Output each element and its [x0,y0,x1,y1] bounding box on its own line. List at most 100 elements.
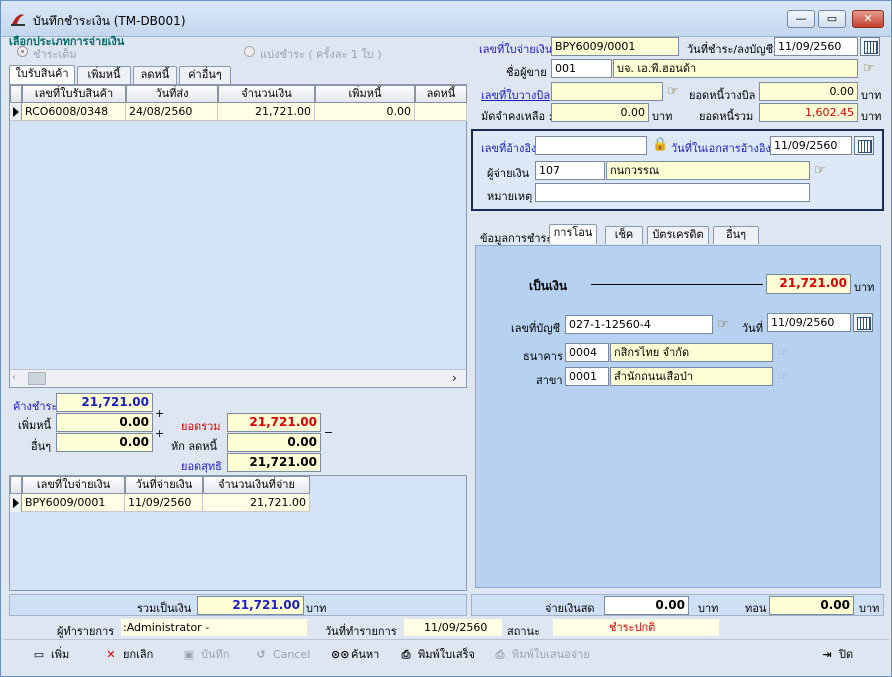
search-button[interactable]: ⊙⊙ ค้นหา [331,643,379,667]
transfer-date-field[interactable]: 11/09/2560 [767,313,851,332]
status-badge: ชำระปกติ [553,619,719,636]
note-label: หมายเหตุ [487,190,533,203]
close-window-button[interactable]: ✕ [852,10,884,28]
floppy-icon: ▣ [183,648,195,661]
payment-window: บันทึกชำระเงิน (TM-DB001) — ▭ ✕ เลือกประ… [0,0,892,677]
tab-credit-card[interactable]: บัตรเครดิต [647,226,709,244]
add-debt-label: เพิ่มหนี้ [18,419,52,432]
account-label: เลขที่บัญชี [511,322,561,335]
ref-date-field[interactable]: 11/09/2560 [770,136,852,155]
close-button[interactable]: ⇥ ปิด [819,643,853,667]
tab-transfer[interactable]: การโอน [549,224,597,244]
bank-lookup-hand-icon[interactable]: ☞ [777,345,795,361]
table-row-receipt-no[interactable]: RCO6008/0348 [22,103,126,121]
col-receipt-no: เลขที่ใบรับสินค้า [22,85,126,103]
table-row-add-debt[interactable]: 0.00 [315,103,415,121]
bill-no-field[interactable] [551,82,663,101]
plus-sign-2: + [155,427,165,440]
partial-payment-label: แบ่งชำระ ( ครั้งละ 1 ใบ ) [260,48,382,61]
total-debt-label: ยอดหนี้รวม [699,110,754,123]
bill-debt-unit: บาท [861,89,882,102]
payer-code-field[interactable]: 107 [535,161,605,180]
bill-label[interactable]: เลขที่ใบวางบิล [481,86,550,104]
ref-no-field[interactable] [535,136,647,155]
pay-date-label: วันที่ชำระ/ลงบัญชี [687,43,774,56]
table-row-amount[interactable]: 21,721.00 [218,103,315,121]
doc-no-label: เลขที่ใบจ่ายเงิน [479,43,553,56]
total-debt-unit: บาท [861,110,882,123]
bill-lookup-hand-icon[interactable]: ☞ [667,84,685,100]
other-field: 0.00 [56,433,153,452]
tab-cheque[interactable]: เช็ค [605,226,643,244]
save-button[interactable]: ▣ บันทึก [181,643,230,667]
tab-other-charges[interactable]: ค่าอื่นๆ [179,66,231,84]
change-unit: บาท [859,602,880,615]
tab-reduce-debt[interactable]: ลดหนี้ [133,66,177,84]
user-label: ผู้ทำรายการ [57,625,115,638]
table-row-reduce-debt[interactable] [415,103,467,121]
account-field[interactable]: 027-1-12560-4 [565,315,713,334]
deposit-field: 0.00 [551,103,649,122]
vendor-code-field[interactable]: 001 [551,59,612,78]
scroll-left-icon[interactable]: ‹ [12,372,24,385]
full-payment-radio[interactable] [17,46,28,57]
table-row-paid-amount[interactable]: 21,721.00 [203,494,310,512]
binoculars-icon: ⊙⊙ [331,648,350,661]
printer-icon-disabled: ⎙ [495,648,505,661]
user-value: :Administrator - [121,619,307,636]
calendar-icon[interactable] [860,37,880,56]
total-debt-field: 1,602.45 [759,103,858,122]
cancel-button[interactable]: ↺ Cancel [253,643,310,667]
pay-date-field[interactable]: 11/09/2560 [774,37,858,56]
branch-lookup-hand-icon[interactable]: ☞ [777,369,795,385]
table-row-payment-no[interactable]: BPY6009/0001 [22,494,125,512]
partial-payment-radio[interactable] [244,46,255,57]
payment-type-group: ชำระเต็ม แบ่งชำระ ( ครั้งละ 1 ใบ ) [9,45,464,61]
account-lookup-hand-icon[interactable]: ☞ [717,317,735,333]
doc-no-field[interactable]: BPY6009/0001 [551,37,679,56]
amount-rule [591,284,763,285]
total-label: ยอดรวม [181,420,221,433]
change-label: ทอน [745,602,767,615]
new-doc-icon: ▭ [33,648,45,661]
horizontal-scrollbar[interactable]: ‹ › [10,369,466,387]
tab-receipts[interactable]: ใบรับสินค้า [9,65,75,85]
ref-date-label: วันที่ในเอกสารอ้างอิง [671,142,771,155]
add-button[interactable]: ▭ เพิ่ม [31,643,69,667]
lookup-hand-icon[interactable]: ☞ [863,61,881,77]
print-receipt-button[interactable]: ⎙ พิมพ์ใบเสร็จ [398,643,475,667]
row-selector-icon[interactable] [10,103,22,121]
printer-icon: ⎙ [401,648,411,661]
vendor-label: ชื่อผู้ขาย : [506,66,554,79]
bank-code-field[interactable]: 0004 [565,343,609,362]
receipts-grid: เลขที่ใบรับสินค้า วันที่ส่ง จำนวนเงิน เพ… [9,84,467,388]
col-payment-no: เลขที่ใบจ่ายเงิน [22,476,125,494]
row-selector-icon-2[interactable] [10,494,22,512]
tab-other[interactable]: อื่นๆ [713,226,759,244]
minimize-button[interactable]: — [787,10,815,28]
lock-icon: 🔒 [652,137,669,152]
payer-name-field: กนกวรรณ [606,161,810,180]
payments-grid: เลขที่ใบจ่ายเงิน วันที่จ่ายเงิน จำนวนเงิ… [9,475,467,591]
cash-field[interactable]: 0.00 [604,596,689,615]
deposit-label: มัดจำคงเหลือ : [481,110,553,123]
cancel-doc-button[interactable]: ✕ ยกเลิก [103,643,153,667]
window-title: บันทึกชำระเงิน (TM-DB001) [33,14,186,28]
payer-lookup-hand-icon[interactable]: ☞ [814,163,832,179]
table-row-payment-date[interactable]: 11/09/2560 [125,494,203,512]
footer-total-label: รวมเป็นเงิน [137,602,192,615]
branch-code-field[interactable]: 0001 [565,367,609,386]
status-label: สถานะ [507,625,540,638]
col-amount: จำนวนเงิน [218,85,315,103]
maximize-button[interactable]: ▭ [818,10,846,28]
scroll-thumb[interactable] [28,372,46,385]
print-proposal-button[interactable]: ⎙ พิมพ์ใบเสนอจ่าย [492,643,590,667]
transfer-calendar-icon[interactable] [853,313,873,332]
col-ship-date: วันที่ส่ง [126,85,218,103]
table-row-ship-date[interactable]: 24/08/2560 [126,103,218,121]
note-field[interactable] [535,183,810,202]
tab-add-debt[interactable]: เพิ่มหนี้ [77,66,131,84]
footer-total-field: 21,721.00 [197,596,304,615]
scroll-right-icon[interactable]: › [452,371,464,385]
ref-calendar-icon[interactable] [854,136,874,155]
